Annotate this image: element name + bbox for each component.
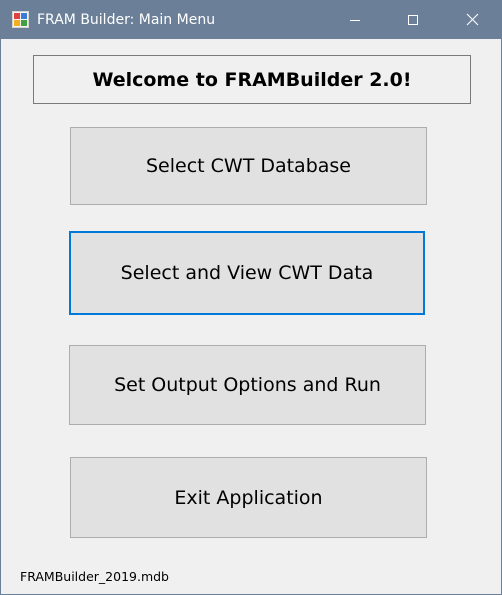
close-icon — [466, 11, 479, 30]
maximize-button[interactable] — [384, 1, 442, 39]
minimize-button[interactable] — [326, 1, 384, 39]
select-cwt-database-button[interactable]: Select CWT Database — [70, 127, 427, 205]
window-title: FRAM Builder: Main Menu — [37, 12, 216, 28]
select-and-view-cwt-data-button[interactable]: Select and View CWT Data — [69, 231, 425, 315]
select-and-view-cwt-data-label: Select and View CWT Data — [120, 262, 374, 284]
select-cwt-database-label: Select CWT Database — [145, 155, 351, 177]
main-menu-panel: Welcome to FRAMBuilder 2.0! Select CWT D… — [1, 39, 501, 594]
exit-application-button[interactable]: Exit Application — [70, 457, 427, 538]
maximize-icon — [407, 11, 419, 30]
database-file-label: FRAMBuilder_2019.mdb — [20, 569, 169, 584]
exit-application-label: Exit Application — [174, 486, 323, 509]
welcome-text: Welcome to FRAMBuilder 2.0! — [92, 68, 412, 91]
main-window: FRAM Builder: Main Menu Welcome to FRAMB… — [0, 0, 502, 595]
welcome-banner: Welcome to FRAMBuilder 2.0! — [33, 55, 471, 104]
minimize-icon — [349, 11, 361, 30]
app-icon[interactable] — [12, 11, 29, 28]
title-bar[interactable]: FRAM Builder: Main Menu — [1, 1, 501, 39]
close-button[interactable] — [443, 1, 501, 39]
set-output-options-label: Set Output Options and Run — [114, 374, 381, 396]
set-output-options-button[interactable]: Set Output Options and Run — [69, 345, 426, 425]
